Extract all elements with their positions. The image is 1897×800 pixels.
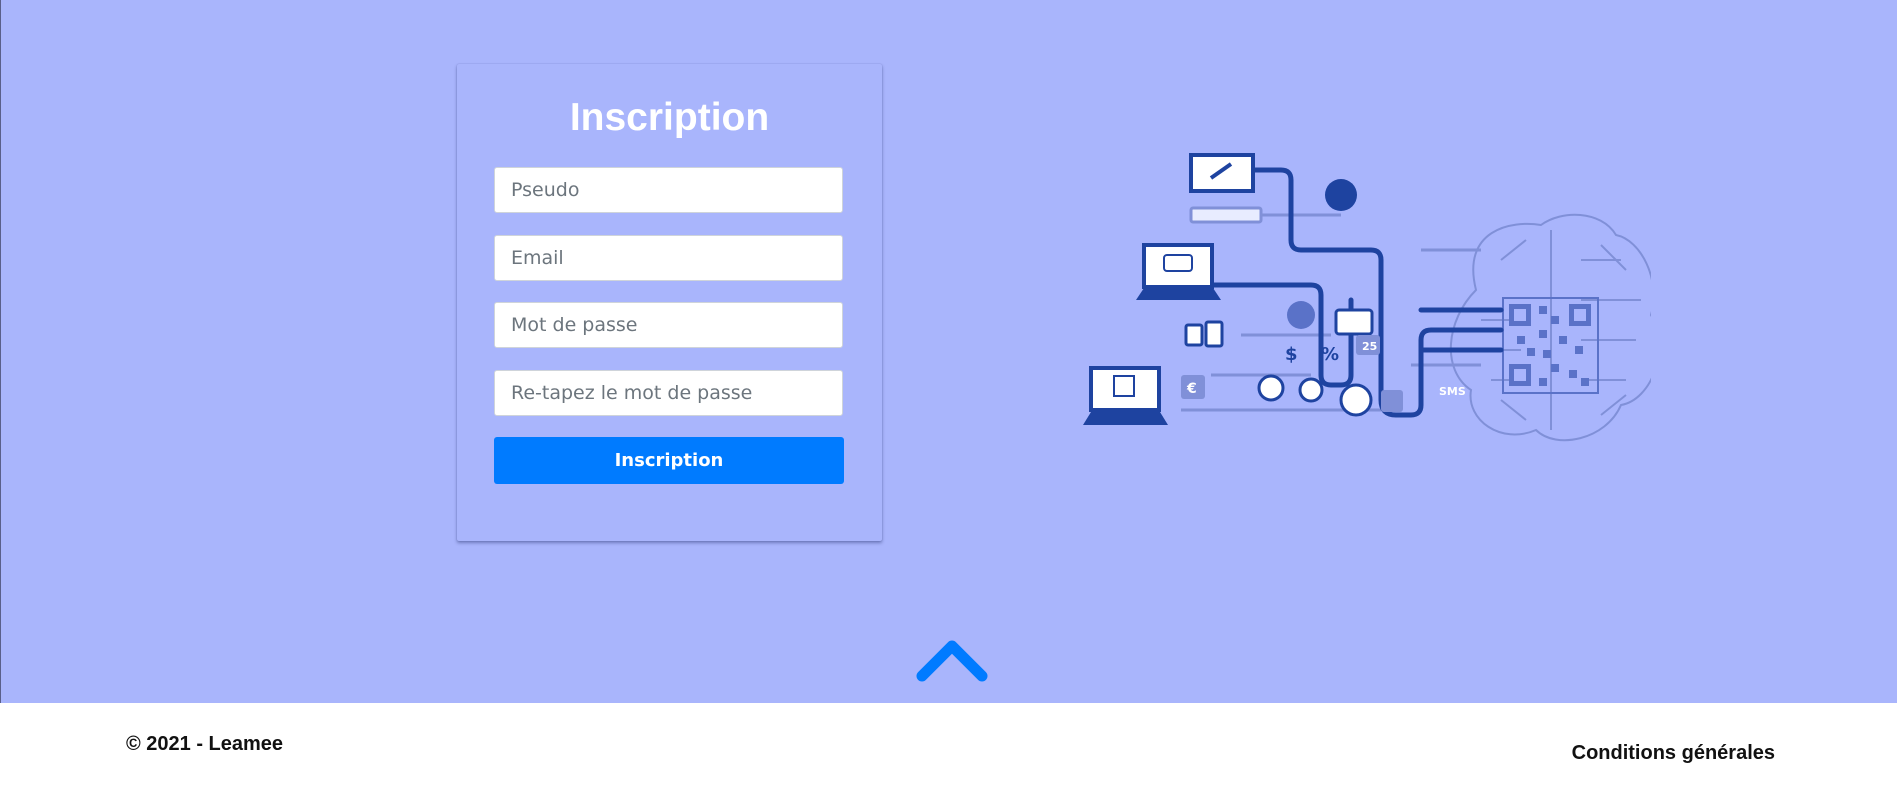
signup-card: Inscription Inscription xyxy=(457,64,882,541)
signup-title: Inscription xyxy=(569,96,770,139)
copyright-text: © 2021 - Leamee xyxy=(126,733,284,755)
laptop-icon xyxy=(1189,153,1255,193)
main-section: Inscription Inscription xyxy=(0,0,1897,703)
svg-text:$: $ xyxy=(1285,344,1298,365)
password-input[interactable] xyxy=(494,302,843,348)
svg-text:SMS: SMS xyxy=(1439,385,1466,398)
svg-text:%: % xyxy=(1321,344,1339,365)
terms-link[interactable]: Conditions générales xyxy=(1572,742,1775,765)
chevron-up-icon xyxy=(916,640,988,682)
scroll-top-button[interactable] xyxy=(914,636,990,686)
svg-text:€: € xyxy=(1186,381,1197,397)
email-input[interactable] xyxy=(494,235,843,281)
svg-text:25: 25 xyxy=(1362,340,1377,353)
footer: © 2021 - Leamee Conditions générales xyxy=(0,703,1897,800)
signup-button[interactable]: Inscription xyxy=(494,437,844,484)
pseudo-input[interactable] xyxy=(494,167,843,213)
digital-brain-network-icon: % $ € 25 SMS xyxy=(1083,153,1651,442)
confirm-password-input[interactable] xyxy=(494,370,843,416)
